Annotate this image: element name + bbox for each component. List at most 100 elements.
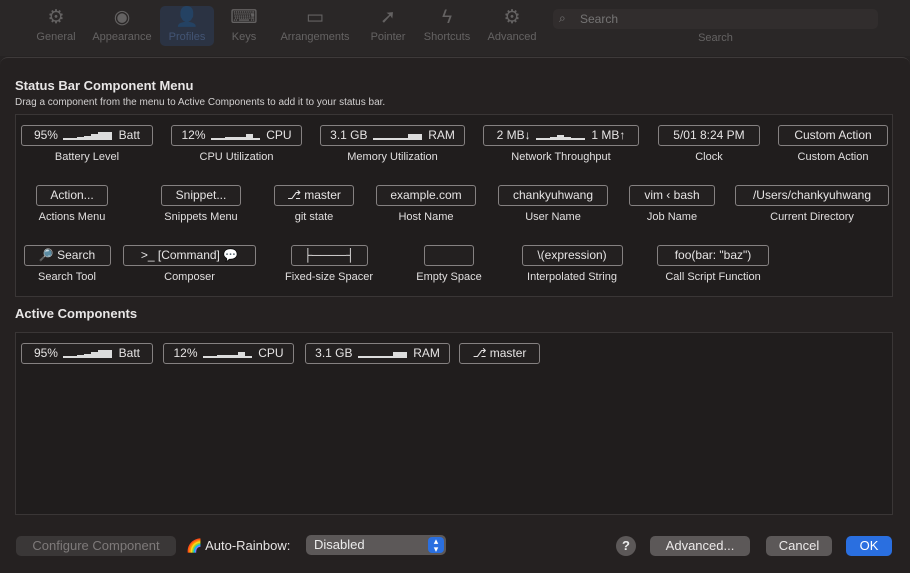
component-pill[interactable]: 5/01 8:24 PM (658, 125, 760, 146)
component-pill[interactable]: Action... (36, 185, 108, 206)
component-pill[interactable]: 12% CPU (171, 125, 302, 146)
component-battery-level[interactable]: 95% Batt Battery Level (21, 125, 153, 163)
component-interpolated-string[interactable]: \(expression) Interpolated String (516, 245, 628, 283)
bar-graph-icon (536, 132, 586, 140)
gears-icon: ⚙ (503, 7, 521, 28)
ok-button[interactable]: OK (846, 536, 892, 556)
component-git-state[interactable]: ⎇ master git state (274, 185, 354, 223)
component-pill[interactable]: >_ [Command] 💬 (123, 245, 256, 266)
component-label: Current Directory (770, 211, 854, 223)
toolbar-tab-keys[interactable]: ⌨ Keys (209, 6, 279, 43)
component-label: git state (294, 211, 334, 223)
component-pill[interactable]: vim ‹ bash (629, 185, 715, 206)
component-pill[interactable]: foo(bar: "baz") (657, 245, 769, 266)
bar-graph-icon (357, 350, 408, 358)
active-component-memory[interactable]: 3.1 GB RAM (305, 343, 450, 364)
component-pill[interactable]: 🔎 Search (23, 245, 111, 266)
pill-unit: Batt (118, 346, 141, 360)
active-components-box[interactable]: 95% Batt 12% CPU 3.1 GB RAM ⎇ master (15, 332, 893, 515)
component-pill[interactable]: Custom Action (778, 125, 888, 146)
toolbar-tab-arrangements[interactable]: ▭ Arrangements (275, 6, 355, 43)
pill-value: 12% (173, 346, 198, 360)
component-label: Actions Menu (38, 211, 106, 223)
pill-value: 3.1 GB (315, 346, 353, 360)
pill-unit: RAM (413, 346, 440, 360)
component-label: Job Name (646, 211, 698, 223)
toolbar-tab-label: Arrangements (280, 31, 350, 43)
component-pill[interactable]: 95% Batt (21, 125, 153, 146)
person-icon: 👤 (175, 7, 199, 28)
configure-component-button[interactable]: Configure Component (16, 536, 176, 556)
component-host-name[interactable]: example.com Host Name (376, 185, 476, 223)
bar-graph-icon (372, 132, 423, 140)
bar-graph-icon (63, 132, 113, 140)
component-fixed-size-spacer[interactable]: ├────┤ Fixed-size Spacer (274, 245, 384, 283)
component-empty-space[interactable]: Empty Space (404, 245, 494, 283)
component-clock[interactable]: 5/01 8:24 PM Clock (658, 125, 760, 163)
component-job-name[interactable]: vim ‹ bash Job Name (628, 185, 716, 223)
help-button[interactable]: ? (616, 536, 636, 556)
component-cpu-utilization[interactable]: 12% CPU CPU Utilization (171, 125, 302, 163)
toolbar-tab-label: General (36, 31, 76, 43)
component-pill[interactable]: \(expression) (521, 245, 623, 266)
component-actions-menu[interactable]: Action... Actions Menu (22, 185, 122, 223)
component-memory-utilization[interactable]: 3.1 GB RAM Memory Utilization (320, 125, 465, 163)
advanced-button[interactable]: Advanced... (650, 536, 750, 556)
search-input[interactable]: ⌕ Search (553, 9, 878, 29)
component-pill[interactable]: example.com (376, 185, 476, 206)
search-placeholder: Search (580, 12, 619, 26)
component-snippets-menu[interactable]: Snippet... Snippets Menu (146, 185, 256, 223)
component-pill[interactable]: 3.1 GB RAM (320, 125, 465, 146)
active-component-cpu[interactable]: 12% CPU (163, 343, 294, 364)
component-label: Clock (695, 151, 723, 163)
menu-section-title: Status Bar Component Menu (15, 78, 194, 93)
active-component-git-state[interactable]: ⎇ master (459, 343, 540, 364)
component-composer[interactable]: >_ [Command] 💬 Composer (123, 245, 256, 283)
pill-value: 95% (33, 346, 58, 360)
auto-rainbow-value: Disabled (314, 537, 365, 552)
component-current-directory[interactable]: /Users/chankyuhwang Current Directory (735, 185, 889, 223)
gear-icon: ⚙ (47, 7, 65, 28)
component-user-name[interactable]: chankyuhwang User Name (498, 185, 608, 223)
component-call-script-function[interactable]: foo(bar: "baz") Call Script Function (652, 245, 774, 283)
auto-rainbow-text: Auto-Rainbow: (205, 538, 291, 553)
chevron-updown-icon: ▴ ▾ (428, 537, 444, 554)
toolbar-tab-label: Keys (231, 31, 257, 43)
cancel-button[interactable]: Cancel (766, 536, 832, 556)
auto-rainbow-select[interactable]: Disabled ▴ ▾ (306, 535, 446, 555)
component-search-tool[interactable]: 🔎 Search Search Tool (23, 245, 111, 283)
status-bar-config-sheet: Status Bar Component Menu Drag a compone… (0, 57, 910, 573)
bar-graph-icon (63, 350, 113, 358)
component-pill[interactable]: ⎇ master (274, 185, 354, 206)
eye-icon: ◉ (113, 7, 131, 28)
toolbar-tab-profiles[interactable]: 👤 Profiles (160, 6, 214, 46)
pill-unit: CPU (266, 128, 292, 142)
toolbar-tab-advanced[interactable]: ⚙ Advanced (477, 6, 547, 43)
component-pill[interactable]: Snippet... (161, 185, 241, 206)
pill-unit: RAM (428, 128, 455, 142)
toolbar-tab-shortcuts[interactable]: ϟ Shortcuts (412, 6, 482, 43)
component-custom-action[interactable]: Custom Action Custom Action (778, 125, 888, 163)
pill-value: 3.1 GB (330, 128, 368, 142)
component-label: Composer (164, 271, 215, 283)
component-pill[interactable]: ├────┤ (290, 245, 368, 266)
active-section-title: Active Components (15, 306, 138, 321)
component-pill[interactable]: chankyuhwang (498, 185, 608, 206)
window-icon: ▭ (306, 7, 324, 28)
toolbar-tab-appearance[interactable]: ◉ Appearance (87, 6, 157, 43)
component-pill[interactable]: /Users/chankyuhwang (735, 185, 889, 206)
auto-rainbow-label: 🌈 Auto-Rainbow: (186, 538, 290, 554)
toolbar-tab-label: Profiles (168, 31, 206, 43)
component-pill[interactable]: 2 MB↓ 1 MB↑ (483, 125, 639, 146)
component-label: Memory Utilization (347, 151, 438, 163)
active-component-battery[interactable]: 95% Batt (21, 343, 153, 364)
component-network-throughput[interactable]: 2 MB↓ 1 MB↑ Network Throughput (483, 125, 639, 163)
toolbar-tab-label: Advanced (487, 31, 537, 43)
component-label: Network Throughput (511, 151, 611, 163)
component-label: Empty Space (416, 271, 482, 283)
pill-unit: CPU (258, 346, 284, 360)
menu-section-subtitle: Drag a component from the menu to Active… (15, 97, 386, 108)
pill-value: 2 MB↓ (496, 128, 531, 142)
component-pill[interactable] (424, 245, 474, 266)
toolbar-tab-general[interactable]: ⚙ General (21, 6, 91, 43)
